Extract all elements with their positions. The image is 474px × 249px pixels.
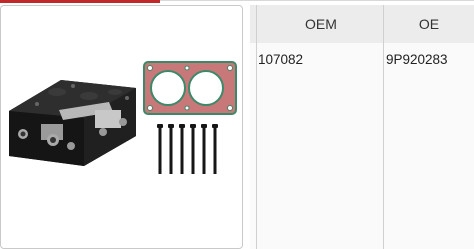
- column-divider: [256, 5, 257, 249]
- cell-oe: 9P920283: [386, 52, 448, 67]
- oem-table: OEM OE 107082 9P920283: [250, 5, 474, 249]
- cell-oem: 107082: [258, 52, 304, 67]
- compressor-head-kit-image: [9, 61, 237, 174]
- gasket: [143, 61, 237, 115]
- header-oe: OE: [418, 16, 440, 32]
- top-accent-bar: [0, 0, 160, 3]
- cylinder-head-block: [9, 80, 136, 166]
- table-header: OEM OE: [250, 5, 474, 43]
- product-image-panel: [0, 5, 243, 249]
- bolts: [157, 124, 218, 174]
- product-card: OEM OE 107082 9P920283: [0, 0, 474, 249]
- column-divider: [383, 5, 384, 249]
- top-divider: [160, 0, 474, 1]
- header-oem: OEM: [305, 16, 337, 32]
